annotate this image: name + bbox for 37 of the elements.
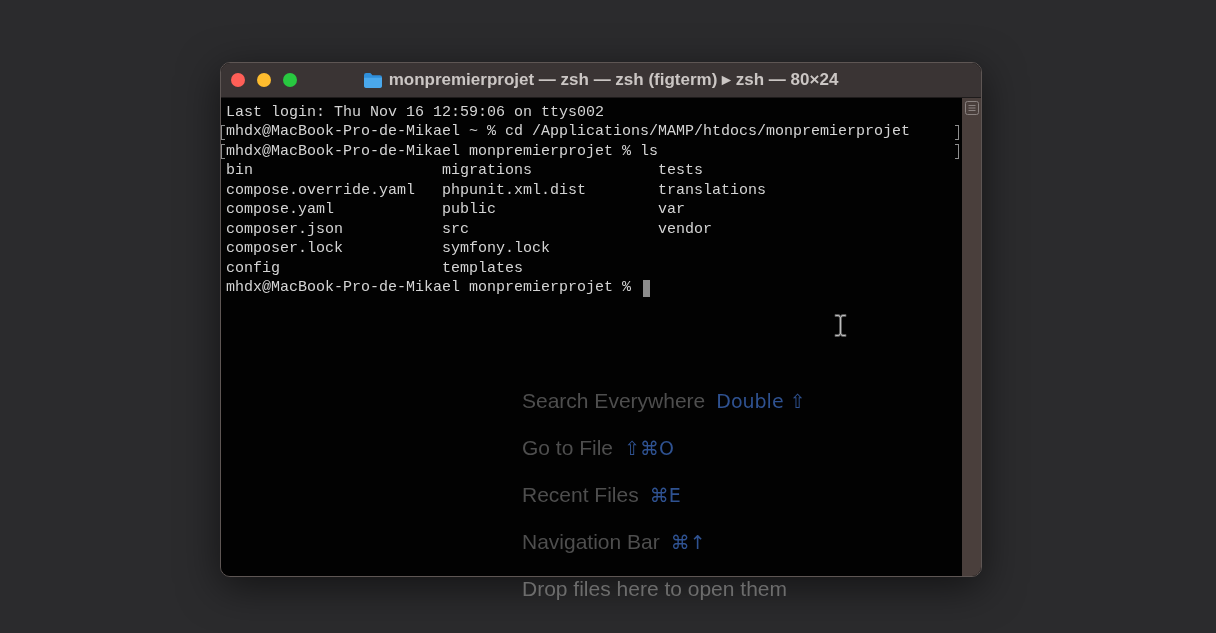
- file-name: compose.override.yaml: [226, 181, 416, 199]
- file-name: translations: [658, 181, 767, 199]
- hint-label: Navigation Bar: [522, 530, 660, 554]
- file-name: phpunit.xml.dist: [442, 181, 587, 199]
- file-name: composer.lock: [226, 240, 344, 257]
- shortcut-hint: ⇧⌘O: [624, 436, 674, 460]
- list-icon[interactable]: [964, 101, 979, 115]
- close-button[interactable]: [231, 73, 245, 87]
- hint-label: Recent Files: [522, 483, 639, 507]
- file-name: bin: [226, 162, 253, 179]
- shortcut-hint: ⌘↑: [670, 530, 706, 554]
- file-name: config: [226, 259, 280, 277]
- file-name: var: [658, 201, 686, 218]
- terminal-output-line: Last login: Thu Nov 16 12:59:06 on ttys002: [226, 102, 605, 123]
- file-name: composer.json: [226, 220, 344, 238]
- scroll-bar[interactable]: [962, 98, 981, 576]
- minimize-button[interactable]: [257, 73, 271, 87]
- folder-icon: [363, 72, 382, 88]
- shortcut-hint: Double ⇧: [716, 389, 806, 413]
- drop-files-hint: Drop files here to open them: [522, 577, 787, 601]
- hint-label: Search Everywhere: [522, 389, 706, 413]
- file-name: migrations: [442, 162, 533, 179]
- command-prompt-line: mhdx@MacBook-Pro-de-Mikael ~ % cd /Applications/MAMP/htdocs/monpremierprojet: [226, 122, 911, 142]
- file-name: tests: [658, 162, 704, 179]
- hint-label: Go to File: [522, 436, 614, 460]
- zoom-button[interactable]: [283, 73, 297, 87]
- file-name: compose.yaml: [226, 201, 335, 218]
- file-name: src: [442, 220, 470, 238]
- command-prompt-line: mhdx@MacBook-Pro-de-Mikael monpremierprojet %: [226, 278, 632, 298]
- file-name: public: [442, 201, 497, 218]
- file-name: templates: [442, 259, 524, 277]
- window-title: monpremierprojet — zsh — zsh (figterm) ▸ zsh — 80×24: [388, 69, 839, 92]
- shortcut-hint: ⌘E: [649, 483, 681, 507]
- command-prompt-line: mhdx@MacBook-Pro-de-Mikael monpremierprojet % ls: [226, 141, 659, 162]
- text-cursor-icon: [834, 313, 847, 338]
- file-name: vendor: [658, 220, 713, 238]
- file-name: symfony.lock: [442, 240, 551, 257]
